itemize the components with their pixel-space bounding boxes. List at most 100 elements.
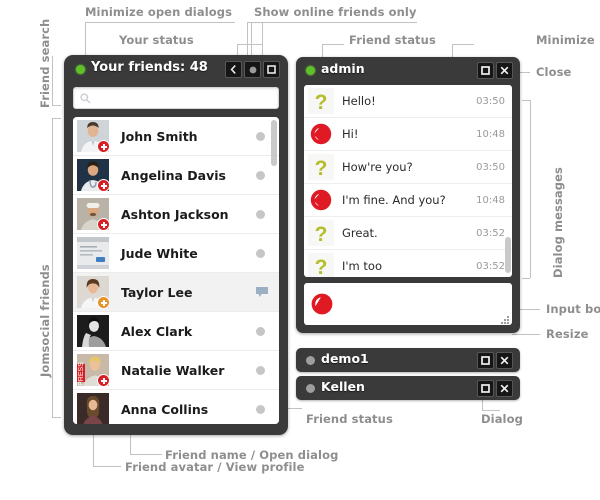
minimize-dialog-button[interactable] — [477, 62, 494, 79]
messages-scrollbar[interactable] — [505, 237, 511, 273]
anno-line — [52, 56, 53, 106]
annotation-dialog-messages: Dialog messages — [551, 167, 565, 278]
message-time: 03:50 — [476, 95, 505, 107]
friend-status-dot — [256, 365, 265, 375]
friends-header-buttons — [225, 61, 280, 78]
add-friend-badge-icon — [97, 179, 109, 191]
friend-name[interactable]: Taylor Lee — [121, 285, 255, 300]
chat-header-buttons — [477, 62, 513, 79]
friend-status-dot — [256, 131, 265, 141]
friend-name[interactable]: John Smith — [121, 129, 256, 144]
friend-search-box[interactable] — [73, 87, 279, 109]
friend-name[interactable]: Angelina Davis — [121, 168, 256, 183]
friend-status-dot — [256, 209, 265, 219]
message-text: I'm fine. And you? — [342, 193, 446, 207]
anno-line — [85, 22, 235, 23]
friend-search-input[interactable] — [96, 89, 278, 109]
friend-name[interactable]: Natalie Walker — [121, 363, 256, 378]
close-icon — [500, 356, 509, 365]
question-mark-avatar-icon: ? — [308, 88, 334, 114]
collapsed-dialog[interactable]: Kellen — [296, 376, 520, 400]
friend-name[interactable]: Ashton Jackson — [121, 207, 256, 222]
friend-status-dot — [306, 384, 315, 393]
friend-status-dot — [306, 356, 315, 365]
minimize-panel-button[interactable] — [263, 61, 280, 78]
close-dialog-button[interactable] — [496, 380, 513, 397]
friend-avatar[interactable]: PRESS — [77, 354, 109, 386]
anno-line — [522, 100, 530, 101]
square-icon — [481, 384, 490, 393]
annotation-resize: Resize — [546, 327, 589, 341]
show-online-friends-only-button[interactable] — [244, 61, 261, 78]
close-dialog-button[interactable] — [496, 62, 513, 79]
friend-row[interactable]: PRESS Natalie Walker — [73, 351, 279, 390]
friend-avatar[interactable] — [77, 315, 109, 347]
friends-panel-header: Your friends: 48 — [64, 55, 288, 83]
friend-name[interactable]: Alex Clark — [121, 324, 256, 339]
friend-avatar[interactable] — [77, 198, 109, 230]
square-icon — [267, 65, 276, 74]
your-status-dot[interactable] — [76, 65, 85, 74]
friend-row[interactable]: Alex Clark — [73, 312, 279, 351]
friend-row[interactable]: Angelina Davis — [73, 156, 279, 195]
close-dialog-button[interactable] — [496, 352, 513, 369]
message-text: How're you? — [342, 160, 413, 174]
friends-list-scrollbar[interactable] — [271, 120, 277, 166]
anno-line — [482, 410, 500, 411]
friend-row[interactable]: John Smith — [73, 117, 279, 156]
maximize-dialog-button[interactable] — [477, 380, 494, 397]
dialog-messages[interactable]: ? Hello! 03:50 Hi! 10:48? How're you? 03:50 I'm… — [304, 85, 512, 277]
friends-list[interactable]: John Smith Angelina Davis Ashton Jackson Ju… — [73, 117, 279, 424]
anno-line — [512, 334, 540, 335]
message-row: ? Hello! 03:50 — [304, 85, 512, 118]
dialog-input-box[interactable] — [304, 283, 512, 325]
friend-status-dot — [256, 326, 265, 336]
friend-avatar[interactable] — [77, 237, 109, 269]
chat-dialog-header[interactable]: admin — [296, 57, 520, 83]
message-text: I'm too — [342, 259, 382, 273]
question-mark-avatar-icon: ? — [308, 253, 334, 277]
collapsed-dialog-buttons — [477, 380, 513, 397]
svg-text:?: ? — [315, 223, 328, 246]
svg-text:?: ? — [315, 157, 328, 180]
friend-name[interactable]: Anna Collins — [121, 402, 256, 417]
friend-row[interactable]: Anna Collins — [73, 390, 279, 424]
svg-text:PRESS: PRESS — [78, 362, 85, 386]
collapsed-dialog[interactable]: demo1 — [296, 348, 520, 372]
square-icon — [481, 66, 490, 75]
friends-panel: Your friends: 48 John Smith Angelina Dav… — [64, 55, 288, 435]
anno-line — [85, 22, 86, 56]
annotation-dialog: Dialog — [481, 412, 523, 426]
circle-icon — [249, 66, 256, 73]
dialog-message-input[interactable] — [340, 289, 504, 323]
friend-status-dot — [256, 404, 265, 414]
friend-row[interactable]: Ashton Jackson — [73, 195, 279, 234]
maximize-dialog-button[interactable] — [477, 352, 494, 369]
dialog-resize-grip[interactable] — [501, 316, 510, 324]
friend-avatar[interactable] — [77, 120, 109, 152]
minimize-open-dialogs-button[interactable] — [225, 61, 242, 78]
messages-rows-container: ? Hello! 03:50 Hi! 10:48? How're you? 03:50 I'm… — [304, 85, 512, 277]
message-text: Great. — [342, 226, 378, 240]
annotation-minimize: Minimize — [536, 33, 595, 47]
friend-name[interactable]: Jude White — [121, 246, 256, 261]
annotation-your-status: Your status — [119, 33, 194, 47]
anno-line — [237, 44, 263, 45]
annotation-jomsocial-friends: Jomsocial friends — [38, 264, 52, 377]
annotation-show-online-friends-only: Show online friends only — [254, 5, 417, 19]
friend-avatar[interactable] — [77, 393, 109, 424]
add-friend-badge-icon — [97, 374, 109, 386]
anno-line — [522, 278, 530, 279]
friend-avatar[interactable] — [77, 276, 109, 308]
friend-row[interactable]: Taylor Lee — [73, 273, 279, 312]
message-row: ? How're you? 03:50 — [304, 151, 512, 184]
unread-message-icon[interactable] — [255, 283, 269, 302]
friend-row[interactable]: Jude White — [73, 234, 279, 273]
annotation-close: Close — [536, 65, 572, 79]
anno-line — [530, 100, 531, 278]
screenshot-root: Minimize open dialogs Your status Show o… — [0, 0, 600, 500]
friends-rows-container: John Smith Angelina Davis Ashton Jackson Ju… — [73, 117, 279, 424]
friend-avatar[interactable] — [77, 159, 109, 191]
friend-status-dot — [256, 248, 265, 258]
annotation-friend-status-bottom: Friend status — [306, 412, 393, 426]
